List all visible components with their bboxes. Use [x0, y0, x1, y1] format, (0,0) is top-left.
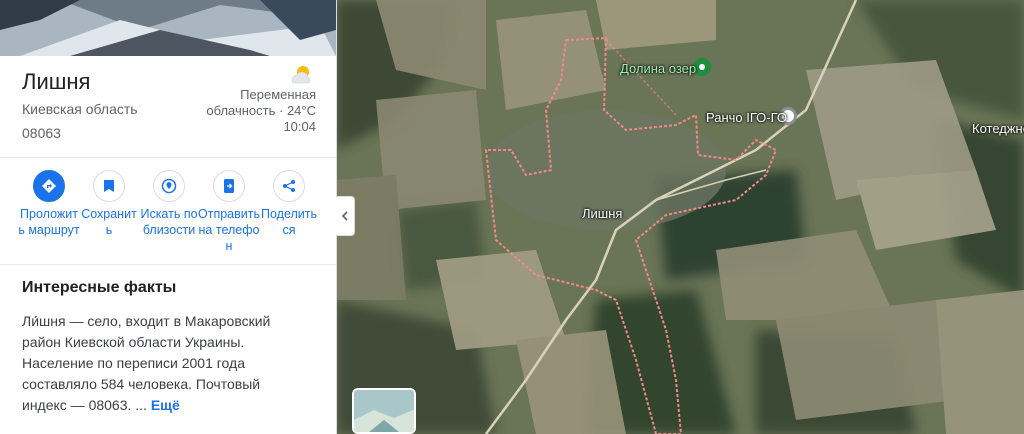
send-to-phone-button[interactable]: Отправить на телефон [198, 170, 260, 254]
layers-toggle[interactable] [352, 388, 416, 434]
place-photo[interactable] [0, 0, 336, 56]
divider [0, 157, 336, 158]
place-postal-code: 08063 [22, 125, 61, 141]
directions-icon [33, 170, 65, 202]
chevron-left-icon [341, 211, 348, 221]
partly-cloudy-icon [291, 66, 311, 84]
send-to-phone-icon [213, 170, 245, 202]
share-icon [273, 170, 305, 202]
directions-button[interactable]: Проложить маршрут [18, 170, 80, 238]
facts-body: Ли́шня — село, входит в Макаровский райо… [22, 313, 271, 413]
weather-info: Переменная облачность · 24°C 10:04 [166, 87, 316, 135]
nearby-icon [153, 170, 185, 202]
layers-preview-icon [354, 390, 414, 432]
map-label-village[interactable]: Лишня [582, 206, 622, 221]
place-title: Лишня [22, 69, 91, 94]
place-region: Киевская область [22, 101, 138, 117]
weather-time: 10:04 [283, 119, 316, 134]
save-button[interactable]: Сохранить [78, 170, 140, 238]
more-link[interactable]: Ещё [151, 397, 180, 413]
nearby-label: Искать поблизости [140, 207, 198, 237]
share-button[interactable]: Поделиться [258, 170, 320, 238]
bookmark-icon [93, 170, 125, 202]
share-label: Поделиться [260, 207, 317, 237]
facts-text: Ли́шня — село, входит в Макаровский райо… [22, 311, 292, 416]
facts-heading: Интересные факты [22, 279, 177, 296]
satellite-map[interactable]: Лишня Долина озер Ранчо ІГО-ГО Котеджне [336, 0, 1024, 434]
divider [0, 264, 336, 265]
action-bar: Проложить маршрут Сохранить Искать побли… [14, 170, 324, 254]
map-label-ranch[interactable]: Ранчо ІГО-ГО [706, 110, 787, 125]
save-label: Сохранить [81, 207, 137, 237]
collapse-panel-button[interactable] [336, 196, 355, 236]
weather-condition-line2: облачность · 24°C [206, 103, 316, 118]
place-panel: Лишня Киевская область 08063 Переменная … [0, 0, 337, 434]
directions-label: Проложить маршрут [18, 207, 80, 237]
send-to-phone-label: Отправить на телефон [198, 207, 260, 253]
map-label-cottage[interactable]: Котеджне [972, 121, 1024, 136]
map-label-lake[interactable]: Долина озер [620, 61, 696, 76]
weather-condition-line1: Переменная [240, 87, 316, 102]
nearby-button[interactable]: Искать поблизости [138, 170, 200, 238]
